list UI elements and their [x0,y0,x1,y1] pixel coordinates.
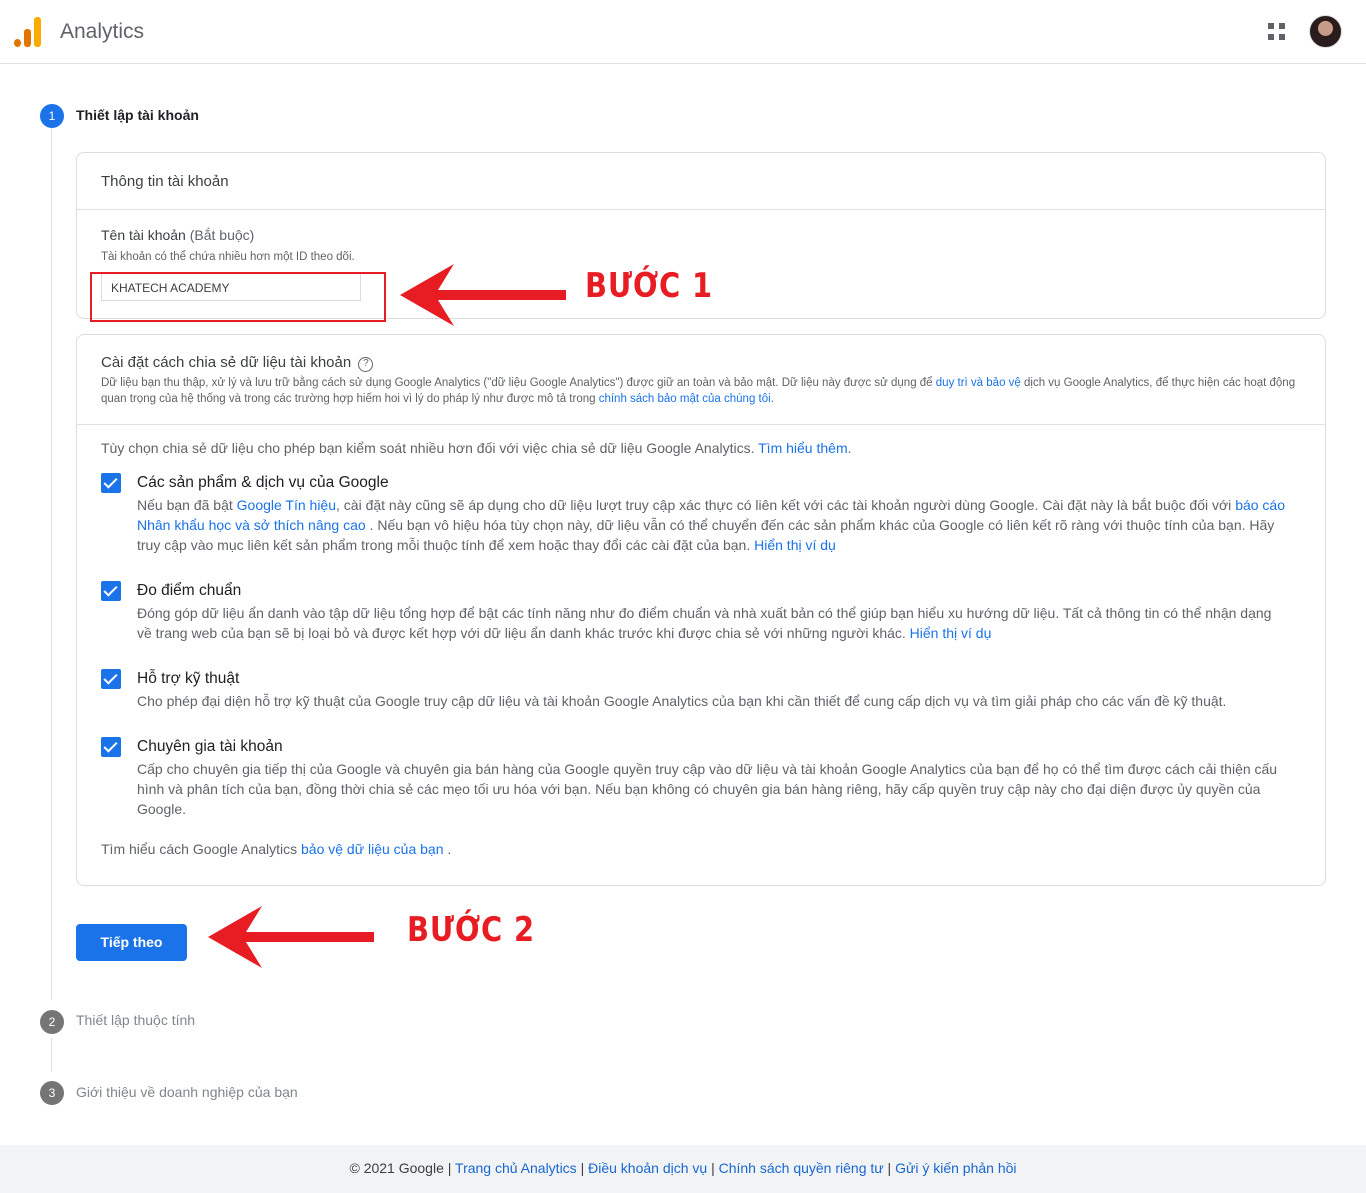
stepper-line [51,128,52,1000]
next-button[interactable]: Tiếp theo [76,924,187,961]
step-3-badge: 3 [40,1081,64,1105]
sharing-description: Dữ liệu bạn thu thập, xử lý và lưu trữ b… [101,377,1296,405]
footer-link-feedback[interactable]: Gửi ý kiến phản hồi [895,1160,1016,1176]
footer-link-terms[interactable]: Điều khoản dịch vụ [588,1160,707,1176]
apps-grid-icon[interactable] [1268,23,1286,41]
help-icon[interactable]: ? [358,357,374,372]
google-signals-link[interactable]: Google Tín hiệu [237,497,336,513]
option-title: Các sản phẩm & dịch vụ của Google [137,474,389,491]
step-2-label[interactable]: Thiết lập thuộc tính [76,1012,195,1028]
option-title: Hỗ trợ kỹ thuật [137,670,240,687]
footer: © 2021 Google | Trang chủ Analytics | Đi… [0,1145,1366,1193]
copyright: © 2021 Google | [349,1160,456,1176]
annotation-step-2: BƯỚC 2 [407,910,535,950]
annotation-step-1: BƯỚC 1 [585,266,713,306]
protect-data-link[interactable]: bảo vệ dữ liệu của bạn [301,841,443,857]
footer-link-privacy[interactable]: Chính sách quyền riêng tư [719,1160,884,1176]
annotation-arrow-icon [400,264,566,326]
analytics-logo-icon[interactable] [14,17,42,47]
option-description: Cấp cho chuyên gia tiếp thị của Google v… [137,761,1278,817]
learn-protect-text: Tìm hiểu cách Google Analytics bảo vệ dữ… [101,841,452,857]
step-2-badge: 2 [40,1010,64,1034]
option-title: Đo điểm chuẩn [137,582,242,599]
divider [77,209,1325,210]
option-description: Nếu bạn đã bật Google Tín hiệu, cài đặt … [137,497,1286,553]
divider [77,424,1325,425]
checkbox-google-products[interactable] [101,473,121,493]
footer-link-analytics-home[interactable]: Trang chủ Analytics [455,1160,577,1176]
avatar[interactable] [1309,15,1342,48]
checkbox-benchmarking[interactable] [101,581,121,601]
card-title: Thông tin tài khoản [101,173,229,190]
account-name-hint: Tài khoản có thể chứa nhiều hơn một ID t… [101,251,355,263]
checkbox-account-specialists[interactable] [101,737,121,757]
option-description: Đóng góp dữ liệu ẩn danh vào tập dữ liệu… [137,605,1272,641]
maintain-link[interactable]: duy trì và bảo vệ [936,377,1021,389]
option-title: Chuyên gia tài khoản [137,738,283,755]
highlight-box [90,272,386,322]
sharing-intro: Tùy chọn chia sẻ dữ liệu cho phép bạn ki… [101,440,852,456]
data-sharing-card: Cài đặt cách chia sẻ dữ liệu tài khoản ?… [76,334,1326,886]
show-example-link[interactable]: Hiển thị ví dụ [910,625,992,641]
stepper-line [51,1038,52,1072]
option-description: Cho phép đại diện hỗ trợ kỹ thuật của Go… [137,693,1227,709]
card-title: Cài đặt cách chia sẻ dữ liệu tài khoản ? [101,354,374,372]
checkbox-technical-support[interactable] [101,669,121,689]
learn-more-link[interactable]: Tìm hiểu thêm [758,440,847,456]
app-title: Analytics [60,20,145,43]
top-bar: Analytics [0,0,1366,64]
step-1-badge: 1 [40,104,64,128]
step-3-label[interactable]: Giới thiệu về doanh nghiệp của bạn [76,1084,298,1100]
show-example-link[interactable]: Hiển thị ví dụ [754,537,836,553]
annotation-arrow-icon [208,906,374,968]
step-1-label: Thiết lập tài khoản [76,107,199,123]
privacy-policy-link[interactable]: chính sách bảo mật của chúng tôi [599,393,771,405]
account-name-label: Tên tài khoản (Bắt buộc) [101,227,255,243]
